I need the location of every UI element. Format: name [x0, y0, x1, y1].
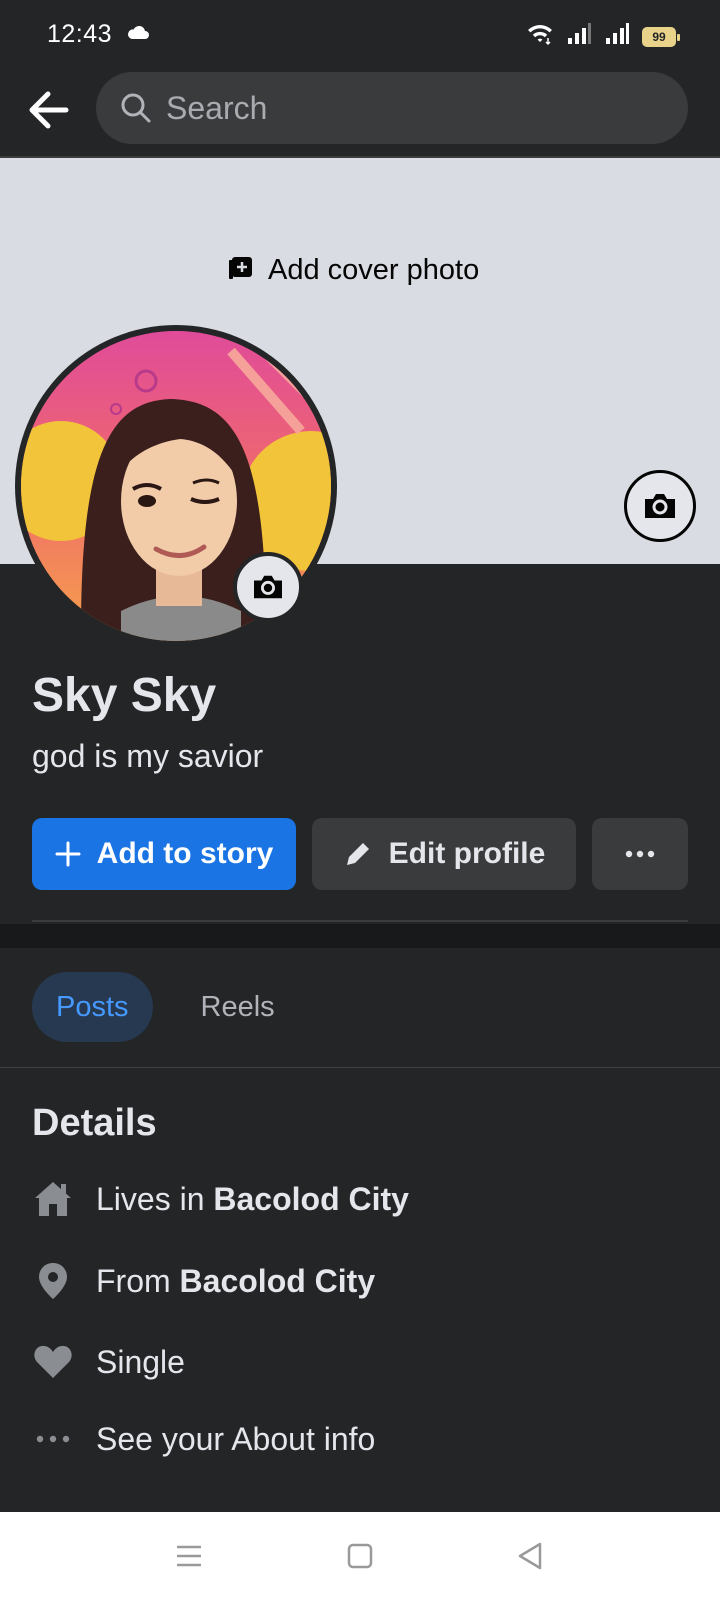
system-navigation-bar — [0, 1512, 720, 1600]
detail-from: From Bacolod City — [32, 1260, 375, 1302]
search-bar[interactable] — [96, 72, 688, 144]
search-input[interactable] — [166, 89, 646, 127]
signal-icon — [566, 22, 592, 51]
search-icon — [118, 90, 154, 126]
status-bar: 12:43 99 — [0, 0, 720, 68]
top-navigation-bar — [0, 68, 720, 158]
more-dots-icon — [625, 850, 655, 858]
facebook-profile-screen: 12:43 99 Search Add cover photo Sky Sky … — [0, 0, 720, 1600]
section-separator — [0, 924, 720, 948]
see-about-info-label: See your About info — [96, 1420, 376, 1457]
camera-icon — [645, 494, 675, 518]
square-icon — [347, 1543, 373, 1569]
detail-from-text: From Bacolod City — [96, 1262, 376, 1299]
back-button[interactable] — [22, 84, 74, 136]
add-photo-icon — [228, 255, 254, 286]
heart-icon — [32, 1341, 74, 1383]
menu-icon — [177, 1545, 201, 1567]
add-cover-photo-label: Add cover photo — [268, 254, 480, 286]
more-dots-icon — [32, 1418, 74, 1460]
detail-relationship-text: Single — [96, 1343, 185, 1380]
divider — [0, 1067, 720, 1068]
camera-icon — [254, 575, 282, 599]
profile-name: Sky Sky — [32, 669, 217, 722]
profile-tabs: Posts Reels — [32, 972, 299, 1042]
wifi-icon — [526, 22, 554, 51]
add-cover-photo-button[interactable]: Add cover photo — [228, 254, 479, 287]
profile-actions: Add to story Edit profile — [32, 818, 688, 890]
plus-icon — [55, 841, 81, 867]
tab-reels[interactable]: Reels — [177, 972, 299, 1042]
menu-nav-button[interactable] — [169, 1536, 209, 1576]
more-options-button[interactable] — [592, 818, 688, 890]
pencil-icon — [346, 843, 369, 865]
detail-relationship: Single — [32, 1341, 185, 1383]
detail-lives-in-text: Lives in Bacolod City — [96, 1180, 409, 1217]
status-icons: 99 — [526, 22, 680, 51]
avatar-camera-button[interactable] — [233, 552, 303, 622]
location-pin-icon — [32, 1260, 74, 1302]
signal-icon — [604, 22, 630, 51]
divider — [32, 920, 688, 922]
details-heading: Details — [32, 1102, 157, 1144]
edit-profile-button[interactable]: Edit profile — [312, 818, 576, 890]
cover-camera-button[interactable] — [624, 470, 696, 542]
status-time: 12:43 — [47, 20, 113, 48]
tab-posts[interactable]: Posts — [32, 972, 153, 1042]
edit-profile-label: Edit profile — [388, 837, 546, 870]
home-nav-button[interactable] — [340, 1536, 380, 1576]
cloud-icon — [126, 24, 150, 45]
battery-icon: 99 — [642, 26, 680, 47]
back-nav-button[interactable] — [510, 1536, 550, 1576]
add-to-story-label: Add to story — [96, 837, 274, 870]
add-to-story-button[interactable]: Add to story — [32, 818, 296, 890]
arrow-left-icon — [29, 91, 69, 129]
profile-bio: god is my savior — [32, 738, 264, 774]
home-icon — [32, 1178, 74, 1220]
triangle-back-icon — [518, 1542, 542, 1570]
detail-lives-in: Lives in Bacolod City — [32, 1178, 409, 1220]
see-about-info-link[interactable]: See your About info — [32, 1418, 375, 1460]
